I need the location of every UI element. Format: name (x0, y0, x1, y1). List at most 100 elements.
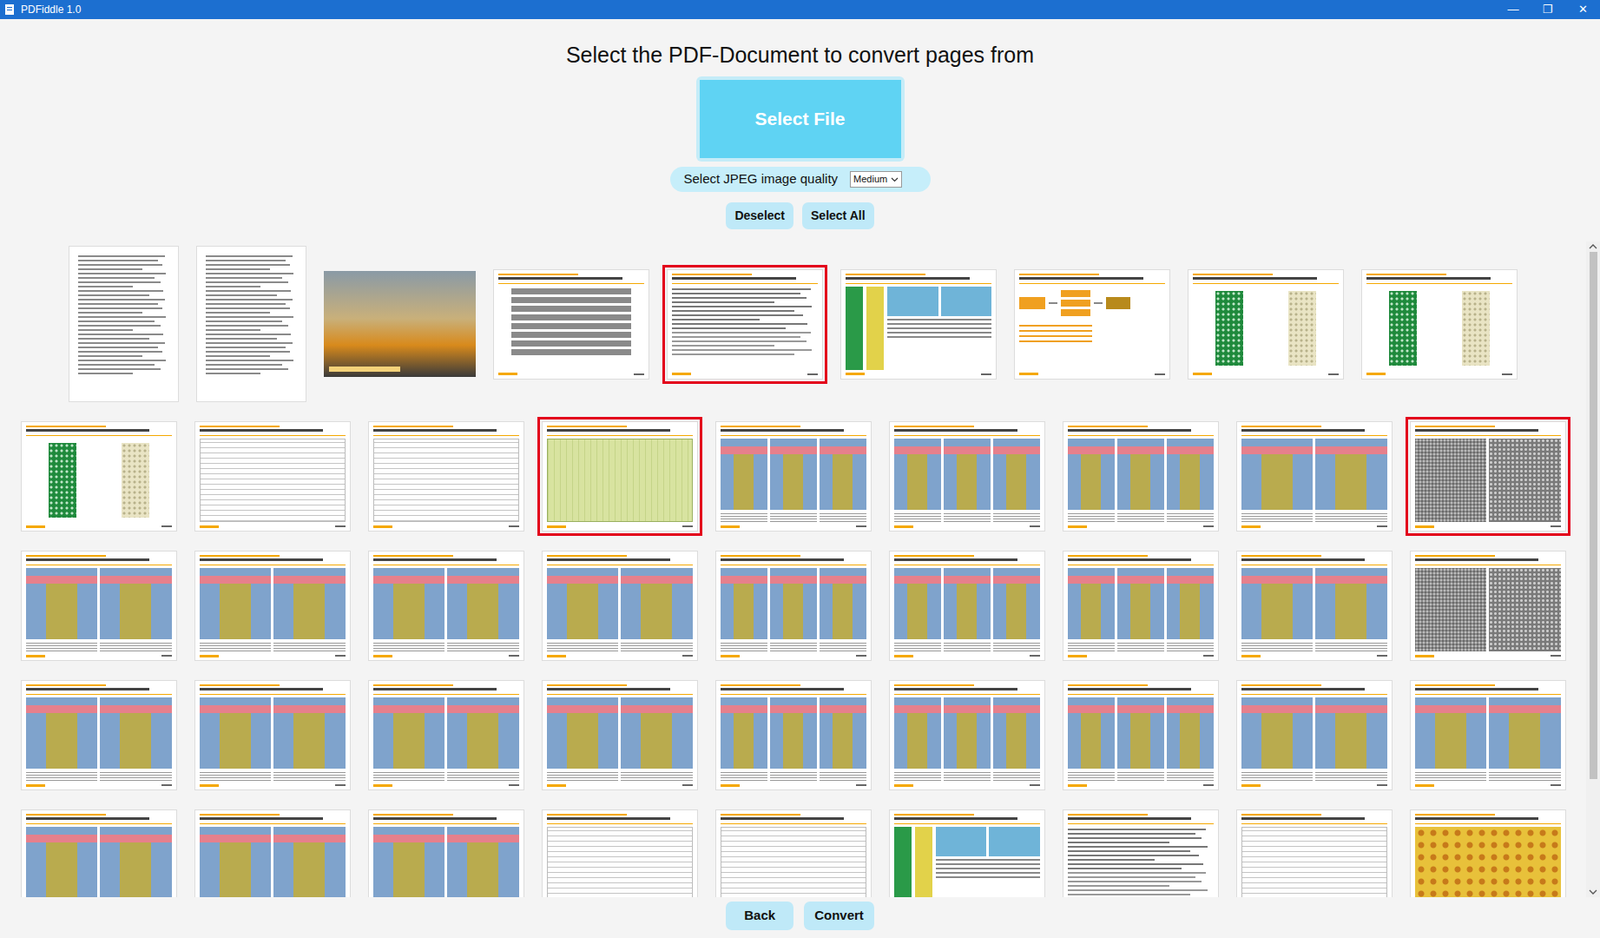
page-thumbnail[interactable] (1405, 675, 1571, 795)
cross-section (273, 697, 346, 769)
page-thumbnail[interactable] (711, 546, 876, 666)
window-control[interactable]: ✕ (1565, 0, 1600, 20)
page-thumbnail[interactable] (64, 241, 184, 407)
page-thumbnail[interactable] (16, 675, 182, 795)
page-thumbnail[interactable] (190, 675, 356, 795)
cross-section (819, 697, 867, 769)
page-thumbnail[interactable] (884, 416, 1050, 536)
cross-section (720, 697, 768, 769)
cross-section (1241, 438, 1314, 510)
window-control[interactable]: ❐ (1530, 0, 1566, 20)
page-thumbnail[interactable] (363, 416, 529, 536)
page-thumbnail[interactable] (190, 546, 356, 666)
page-thumbnail[interactable] (16, 804, 182, 897)
cross-section (894, 567, 942, 639)
page-thumbnail[interactable] (537, 804, 703, 897)
select-file-button[interactable]: Select File (699, 79, 902, 159)
cross-section (1117, 567, 1165, 639)
page-thumbnail[interactable] (711, 416, 876, 536)
page-thumbnail[interactable] (363, 675, 529, 795)
page-thumbnail[interactable] (1231, 546, 1397, 666)
cross-section (546, 567, 619, 639)
page-thumbnail[interactable] (1058, 546, 1224, 666)
app-window: PDFiddle 1.0—❐✕Select the PDF-Document t… (0, 0, 1600, 938)
cross-section (273, 826, 346, 897)
page-thumbnail[interactable] (191, 241, 311, 407)
cross-section (1067, 438, 1115, 510)
page-row (0, 804, 1587, 897)
page-row (0, 416, 1587, 536)
cross-section (894, 697, 942, 769)
scroll-up-icon[interactable] (1588, 241, 1598, 252)
quality-label: Select JPEG image quality (684, 169, 839, 190)
page-row (0, 546, 1587, 666)
window-control[interactable]: — (1495, 0, 1531, 20)
page-thumbnail[interactable] (662, 264, 828, 384)
scroll-thumb[interactable] (1589, 251, 1598, 779)
cross-section (26, 697, 99, 769)
cross-section (1166, 697, 1214, 769)
cross-section (199, 697, 272, 769)
page-thumbnail[interactable] (1405, 804, 1571, 897)
page-thumbnail[interactable] (884, 546, 1050, 666)
cross-section (99, 697, 172, 769)
cross-section (373, 826, 446, 897)
cross-section (447, 567, 520, 639)
selection-button[interactable]: Deselect (725, 202, 794, 230)
quality-dropdown[interactable]: Medium (849, 171, 903, 188)
page-thumbnail[interactable] (1009, 264, 1175, 384)
page-thumbnail[interactable] (884, 675, 1050, 795)
page-thumbnail[interactable] (1231, 675, 1397, 795)
page-thumbnail[interactable] (190, 416, 356, 536)
cross-section (1488, 697, 1561, 769)
cross-section (1166, 438, 1214, 510)
cross-section (546, 697, 619, 769)
page-thumbnail[interactable] (884, 804, 1050, 897)
selection-button[interactable]: Select All (802, 202, 875, 230)
cross-section (943, 438, 991, 510)
cross-section (943, 567, 991, 639)
page-thumbnail[interactable] (488, 264, 654, 384)
page-thumbnail[interactable] (711, 675, 876, 795)
footer-button[interactable]: Convert (803, 901, 875, 930)
page-thumbnail[interactable] (1405, 546, 1571, 666)
page-thumbnail[interactable] (537, 546, 703, 666)
cross-section (99, 826, 172, 897)
page-thumbnail[interactable] (1405, 416, 1571, 536)
cross-section (1241, 697, 1314, 769)
page-thumbnail[interactable] (711, 804, 876, 897)
page-thumbnail[interactable] (1356, 264, 1522, 384)
page-thumbnail[interactable] (319, 266, 481, 382)
app-icon (3, 3, 16, 16)
page-thumbnail[interactable] (363, 546, 529, 666)
cross-section (1415, 697, 1488, 769)
title-bar: PDFiddle 1.0 —❐✕ (0, 0, 1600, 20)
cross-section (26, 826, 99, 897)
cross-section (993, 438, 1041, 510)
page-thumbnail[interactable] (16, 546, 182, 666)
cross-section (894, 438, 942, 510)
scroll-down-icon[interactable] (1588, 886, 1598, 897)
page-thumbnail[interactable] (1231, 416, 1397, 536)
page-thumbnail[interactable] (1058, 675, 1224, 795)
cross-section (1315, 438, 1388, 510)
window-title: PDFiddle 1.0 (20, 1, 81, 18)
cross-section (993, 567, 1041, 639)
page-thumbnail[interactable] (190, 804, 356, 897)
page-thumbnail[interactable] (836, 264, 1001, 384)
footer-button[interactable]: Back (725, 901, 794, 930)
cross-section (620, 697, 693, 769)
page-thumbnail[interactable] (1231, 804, 1397, 897)
page-thumbnail[interactable] (1183, 264, 1349, 384)
page-grid (0, 241, 1587, 897)
page-thumbnail[interactable] (16, 416, 182, 536)
cross-section (99, 567, 172, 639)
page-thumbnail[interactable] (537, 675, 703, 795)
page-thumbnail[interactable] (363, 804, 529, 897)
scrollbar[interactable] (1586, 241, 1600, 897)
page-thumbnail[interactable] (537, 416, 703, 536)
chevron-down-icon (890, 177, 899, 183)
page-thumbnail[interactable] (1058, 416, 1224, 536)
cross-section (1067, 567, 1115, 639)
page-thumbnail[interactable] (1058, 804, 1224, 897)
